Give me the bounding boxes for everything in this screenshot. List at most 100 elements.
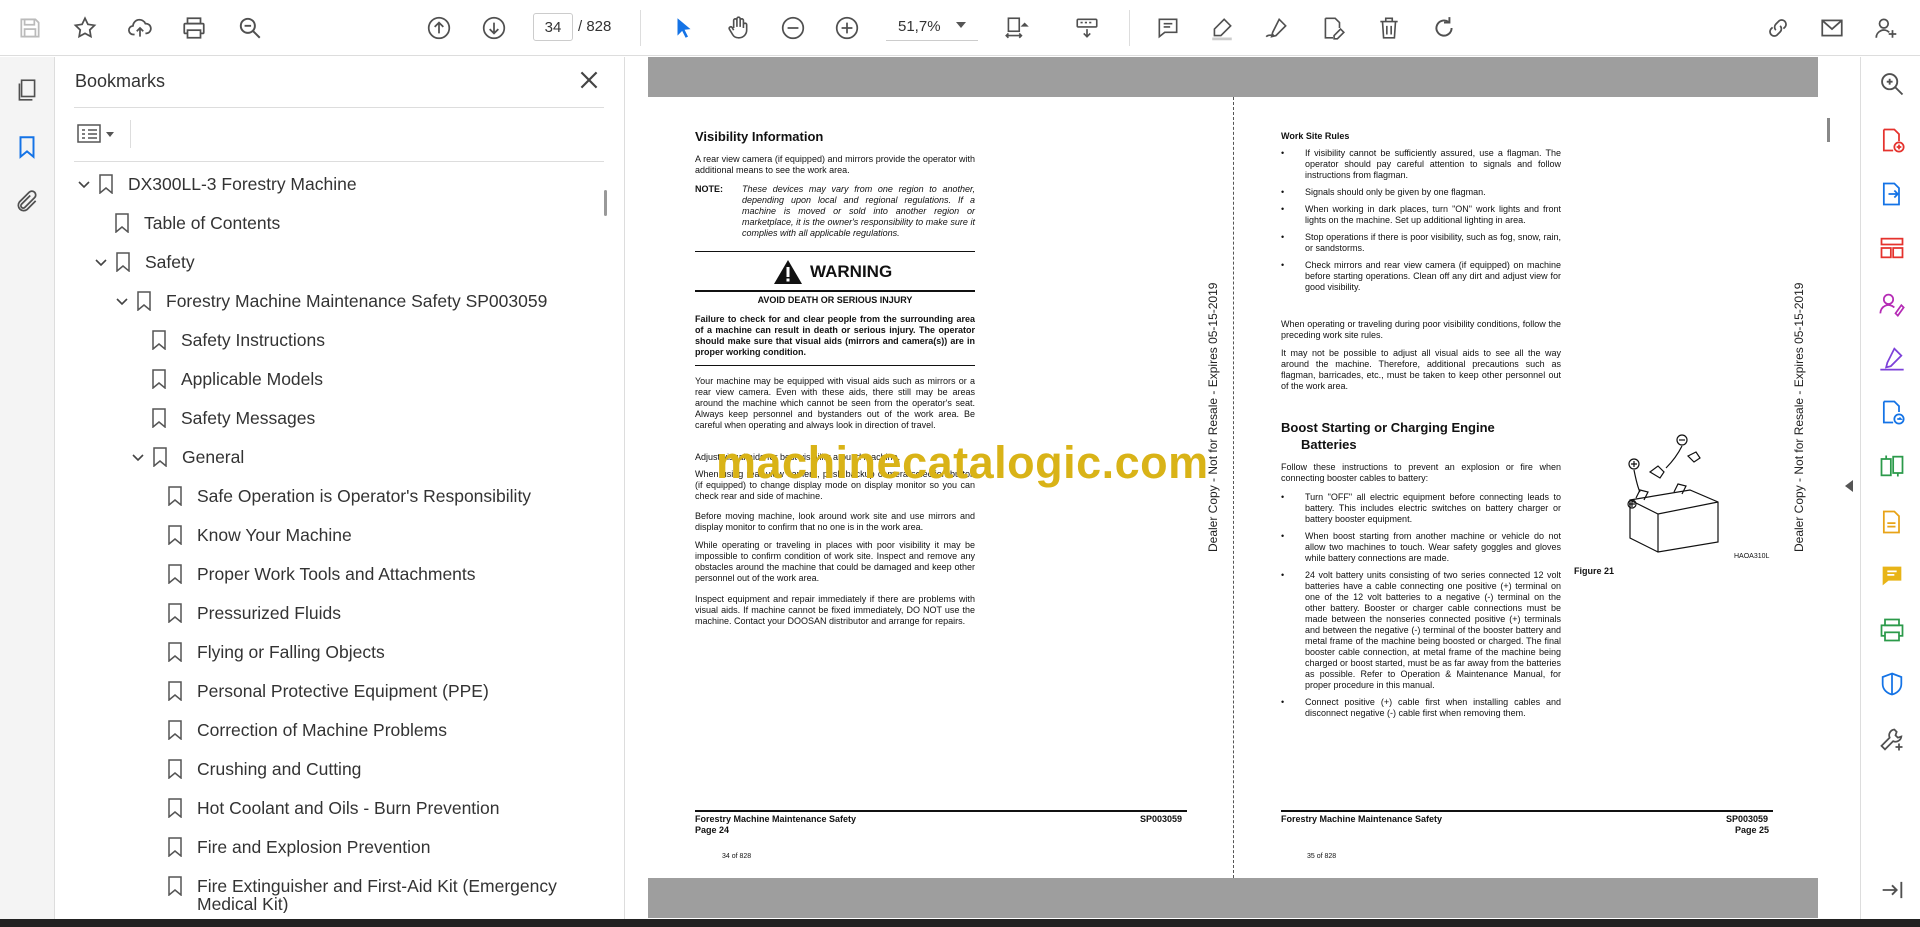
- bookmark-item[interactable]: Proper Work Tools and Attachments: [167, 555, 476, 593]
- list-item: Stop operations if there is poor visibil…: [1281, 232, 1561, 254]
- previous-page-icon[interactable]: [423, 12, 455, 44]
- bookmark-panel-icon[interactable]: [12, 132, 42, 162]
- zoom-search-icon[interactable]: [1877, 69, 1907, 99]
- warning-title: WARNING: [810, 262, 893, 281]
- star-icon[interactable]: [69, 12, 101, 44]
- bookmark-item[interactable]: Personal Protective Equipment (PPE): [167, 672, 489, 710]
- right-tools-rail: [1860, 57, 1920, 927]
- next-page-icon[interactable]: [478, 12, 510, 44]
- document-scrollbar-thumb[interactable]: [1827, 118, 1830, 142]
- fill-sign-icon[interactable]: [1877, 343, 1907, 373]
- bookmark-icon: [152, 447, 168, 468]
- left-paragraph-6: Inspect equipment and repair immediately…: [695, 594, 975, 626]
- save-icon[interactable]: [14, 12, 46, 44]
- search-zoom-icon[interactable]: [234, 12, 266, 44]
- chevron-down-icon[interactable]: [76, 176, 92, 192]
- list-item: 24 volt battery units consisting of two …: [1281, 570, 1561, 691]
- right-footer-title: Forestry Machine Maintenance Safety: [1281, 814, 1443, 824]
- draw-sign-icon[interactable]: [1261, 12, 1293, 44]
- bookmark-item[interactable]: Flying or Falling Objects: [167, 633, 385, 671]
- bookmark-item[interactable]: Hot Coolant and Oils - Burn Prevention: [167, 789, 500, 827]
- zoom-out-icon[interactable]: [777, 12, 809, 44]
- bookmark-label: Safety: [145, 251, 195, 272]
- bookmark-item[interactable]: Medical Kit): [197, 885, 288, 914]
- send-for-review-icon[interactable]: [1877, 397, 1907, 427]
- bookmark-icon: [136, 291, 152, 312]
- request-signature-icon[interactable]: [1877, 289, 1907, 319]
- email-icon[interactable]: [1816, 12, 1848, 44]
- bookmark-options-button[interactable]: [76, 120, 120, 148]
- comment-icon[interactable]: [1152, 12, 1184, 44]
- bookmark-item[interactable]: Safety Messages: [151, 399, 315, 437]
- chevron-down-icon[interactable]: [956, 22, 966, 28]
- bookmark-item[interactable]: Know Your Machine: [167, 516, 352, 554]
- more-tools-icon[interactable]: [1877, 725, 1907, 755]
- bookmark-icon: [167, 798, 183, 819]
- bookmark-item[interactable]: Crushing and Cutting: [167, 750, 361, 788]
- protect-shield-icon[interactable]: [1877, 669, 1907, 699]
- bookmark-item[interactable]: Applicable Models: [151, 360, 323, 398]
- left-paragraph-1: Your machine may be equipped with visual…: [695, 376, 975, 430]
- chevron-down-icon[interactable]: [114, 293, 130, 309]
- list-item: Check mirrors and rear view camera (if e…: [1281, 260, 1561, 293]
- bookmark-label: Correction of Machine Problems: [197, 719, 447, 740]
- highlight-pen-icon[interactable]: [1206, 12, 1238, 44]
- bookmark-item[interactable]: Forestry Machine Maintenance Safety SP00…: [114, 282, 547, 320]
- export-pdf-icon[interactable]: [1877, 179, 1907, 209]
- comment-tool-icon[interactable]: [1877, 561, 1907, 591]
- zoom-in-icon[interactable]: [831, 12, 863, 44]
- bookmark-item[interactable]: DX300LL-3 Forestry Machine: [76, 165, 357, 203]
- organize-pages-icon[interactable]: [1877, 233, 1907, 263]
- expand-panel-icon[interactable]: [1877, 875, 1907, 905]
- bookmark-item[interactable]: Correction of Machine Problems: [167, 711, 447, 749]
- bookmark-item[interactable]: Safe Operation is Operator's Responsibil…: [167, 477, 531, 515]
- page-number-input[interactable]: [533, 13, 573, 41]
- compare-files-icon[interactable]: [1877, 451, 1907, 481]
- bookmark-item[interactable]: Fire and Explosion Prevention: [167, 828, 430, 866]
- select-cursor-icon[interactable]: [668, 12, 700, 44]
- bookmark-label: Pressurized Fluids: [197, 602, 341, 623]
- create-pdf-icon[interactable]: [1877, 125, 1907, 155]
- rotate-icon[interactable]: [1428, 12, 1460, 44]
- boost-heading-line-1: Boost Starting or Charging Engine: [1281, 420, 1495, 435]
- bookmark-item[interactable]: Table of Contents: [114, 204, 280, 242]
- delete-icon[interactable]: [1373, 12, 1405, 44]
- attachment-icon[interactable]: [12, 187, 42, 217]
- bookmark-label: Personal Protective Equipment (PPE): [197, 680, 489, 701]
- left-navigation-rail: [0, 57, 55, 927]
- chevron-down-icon[interactable]: [130, 449, 146, 465]
- scroll-mode-icon[interactable]: [1071, 12, 1103, 44]
- right-footer-code: SP003059: [1726, 814, 1769, 824]
- bookmark-label: Crushing and Cutting: [197, 758, 362, 779]
- list-item: Signals should only be given by one flag…: [1281, 187, 1561, 198]
- scrollbar-thumb[interactable]: [604, 190, 607, 216]
- bookmark-item[interactable]: Safety: [93, 243, 195, 281]
- page-gutter-bottom: [648, 878, 1818, 918]
- top-toolbar: / 828 51,7%: [0, 0, 1920, 56]
- hand-tool-icon[interactable]: [722, 12, 754, 44]
- page-thumbnails-icon[interactable]: [12, 75, 42, 105]
- edit-pdf-icon[interactable]: [1317, 12, 1349, 44]
- scan-ocr-icon[interactable]: [1877, 507, 1907, 537]
- user-add-icon[interactable]: [1870, 12, 1902, 44]
- left-footer-page: Page 24: [695, 825, 730, 835]
- close-icon[interactable]: [576, 67, 602, 93]
- page-fit-icon[interactable]: [1000, 12, 1032, 44]
- collapse-right-panel-icon[interactable]: [1845, 480, 1853, 492]
- print-production-icon[interactable]: [1877, 615, 1907, 645]
- bookmark-label: Safety Messages: [181, 407, 316, 428]
- bookmark-label: DX300LL-3 Forestry Machine: [128, 173, 357, 194]
- bookmark-item[interactable]: General: [130, 438, 244, 476]
- bookmark-icon: [167, 876, 183, 897]
- upload-cloud-icon[interactable]: [124, 12, 156, 44]
- bookmark-item[interactable]: Pressurized Fluids: [167, 594, 341, 632]
- bookmark-icon: [167, 564, 183, 585]
- list-item: When boost starting from another machine…: [1281, 531, 1561, 564]
- chevron-down-icon[interactable]: [93, 254, 109, 270]
- right-paragraph-1: When operating or traveling during poor …: [1281, 319, 1561, 340]
- print-icon[interactable]: [178, 12, 210, 44]
- bookmark-label: Flying or Falling Objects: [197, 641, 385, 662]
- right-page-heading: Work Site Rules: [1281, 131, 1350, 141]
- share-link-icon[interactable]: [1762, 12, 1794, 44]
- bookmark-item[interactable]: Safety Instructions: [151, 321, 325, 359]
